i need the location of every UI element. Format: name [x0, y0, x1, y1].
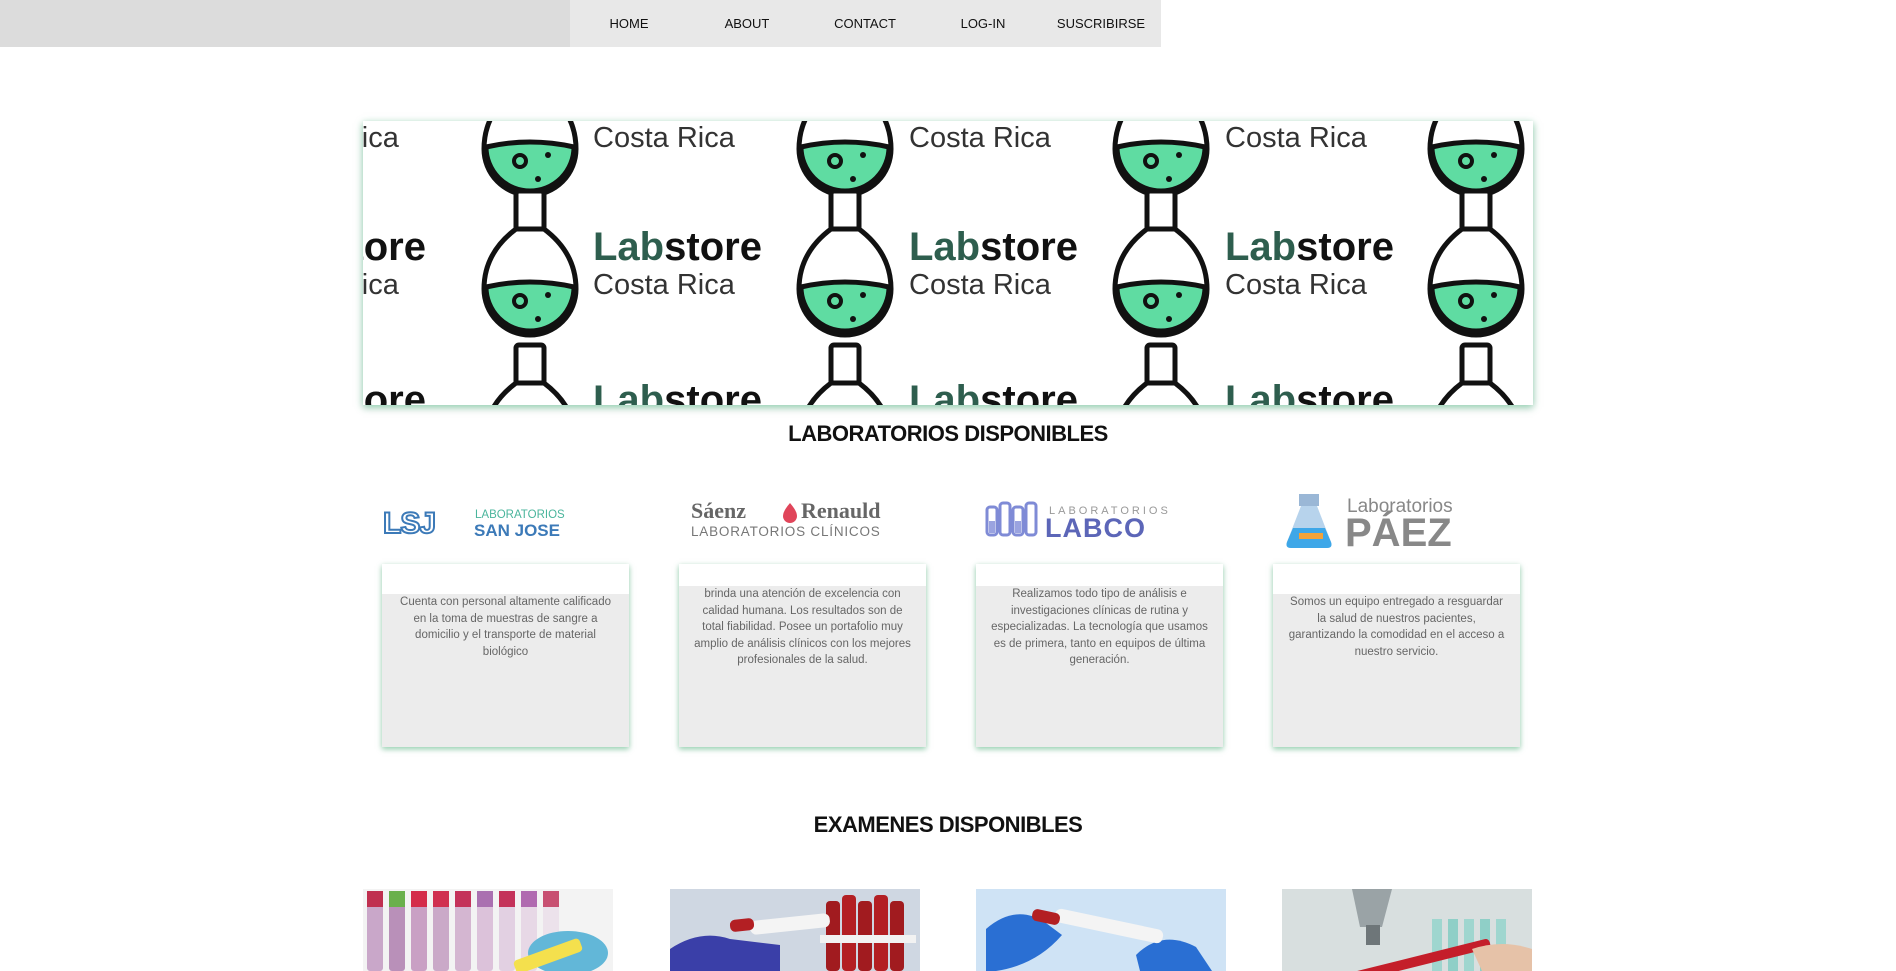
- paez-logo-image: Laboratorios PÁEZ: [1286, 494, 1453, 554]
- main-menu: HOME ABOUT CONTACT LOG-IN SUSCRIBIRSE: [570, 0, 1161, 47]
- exams-section-title: EXAMENES DISPONIBLES: [813, 812, 1083, 837]
- labco-logo-image: LABORATORIOS LABCO: [985, 501, 1168, 543]
- exam-card-2[interactable]: [670, 889, 920, 971]
- labstore-banner: Labstore Costa Rica: [363, 121, 1533, 405]
- labco-logo-line2: LABCO: [1045, 513, 1146, 543]
- san-jose-logo-mark: LSJ: [383, 507, 435, 540]
- lab-card-paez[interactable]: Somos un equipo entregado a resguardar l…: [1273, 564, 1520, 747]
- labstore-pattern-image: Labstore Costa Rica: [363, 121, 1533, 405]
- lab-card-saenz-renauld[interactable]: brinda una atención de excelencia con ca…: [679, 564, 926, 747]
- exam-card-3[interactable]: [976, 889, 1226, 971]
- saenz-logo-word1: Sáenz: [691, 499, 746, 523]
- exam-card-1[interactable]: [363, 889, 613, 971]
- lab-card-labco[interactable]: Realizamos todo tipo de análisis e inves…: [976, 564, 1223, 747]
- paez-logo-line2: PÁEZ: [1345, 510, 1452, 554]
- blood-test-tube-gloves-image: [670, 889, 920, 971]
- top-navigation-bar: HOME ABOUT CONTACT LOG-IN SUSCRIBIRSE: [0, 0, 1161, 47]
- card-top-strip: [1273, 564, 1520, 594]
- san-jose-logo-line1: LABORATORIOS: [475, 509, 565, 521]
- san-jose-logo-image: LSJ LABORATORIOS SAN JOSE: [382, 506, 565, 541]
- saenz-logo-line2: LABORATORIOS CLÍNICOS: [691, 524, 881, 539]
- nav-login-link[interactable]: LOG-IN: [924, 0, 1042, 47]
- nav-home-link[interactable]: HOME: [570, 0, 688, 47]
- lab-san-jose-logo[interactable]: LSJ LABORATORIOS SAN JOSE: [379, 485, 629, 557]
- card-top-strip: [976, 564, 1223, 586]
- lab-card-description: Cuenta con personal altamente calificado…: [400, 596, 611, 658]
- microscope-sample-image: [1282, 889, 1532, 971]
- lab-card-description: brinda una atención de excelencia con ca…: [694, 588, 911, 666]
- lab-labco-logo[interactable]: LABORATORIOS LABCO: [978, 485, 1228, 557]
- flask-icon: [1286, 494, 1332, 548]
- lab-saenz-renauld-logo[interactable]: Sáenz Renauld LABORATORIOS CLÍNICOS: [678, 485, 928, 557]
- nav-subscribe-link[interactable]: SUSCRIBIRSE: [1042, 0, 1160, 47]
- blood-drop-icon: [783, 503, 797, 523]
- test-tubes-icon: [985, 501, 1038, 537]
- labs-section-title: LABORATORIOS DISPONIBLES: [788, 421, 1108, 446]
- lab-paez-logo[interactable]: Laboratorios PÁEZ: [1274, 485, 1524, 557]
- lab-card-description: Realizamos todo tipo de análisis e inves…: [991, 588, 1208, 666]
- nav-contact-link[interactable]: CONTACT: [806, 0, 924, 47]
- saenz-logo-word2: Renauld: [801, 499, 880, 523]
- san-jose-logo-line2: SAN JOSE: [474, 521, 560, 540]
- blood-tubes-rack-image: [363, 889, 613, 971]
- lab-card-description: Somos un equipo entregado a resguardar l…: [1288, 596, 1505, 658]
- saenz-renauld-logo-image: Sáenz Renauld LABORATORIOS CLÍNICOS: [691, 499, 881, 539]
- nav-about-link[interactable]: ABOUT: [688, 0, 806, 47]
- card-top-strip: [382, 564, 629, 594]
- lab-card-san-jose[interactable]: Cuenta con personal altamente calificado…: [382, 564, 629, 747]
- allergy-test-tube-image: [976, 889, 1226, 971]
- exam-card-4[interactable]: [1282, 889, 1532, 971]
- card-top-strip: [679, 564, 926, 586]
